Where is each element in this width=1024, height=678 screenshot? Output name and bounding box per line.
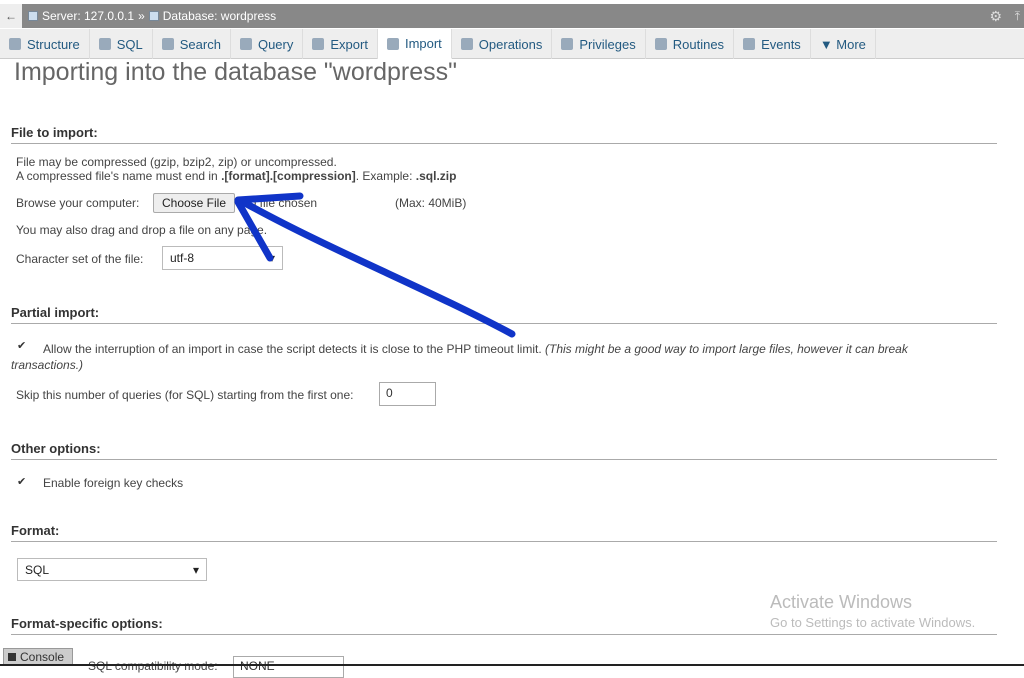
tab-query[interactable]: Query [231,29,304,59]
skip-queries-input[interactable]: 0 [379,382,436,406]
clock-icon [743,38,756,50]
search-icon [161,38,174,50]
tab-more[interactable]: ▼ More [811,29,876,59]
format-select[interactable]: SQL ▾ [17,558,207,581]
tab-label: Events [761,36,801,52]
tab-label: Privileges [579,36,636,52]
foreign-key-label: Enable foreign key checks [43,476,184,490]
tab-label: ▼ More [819,36,866,52]
tab-routines[interactable]: Routines [646,29,735,59]
allow-interruption-label: Allow the interruption of an import in c… [43,342,908,356]
tab-label: Search [179,36,221,52]
tab-events[interactable]: Events [734,29,811,59]
back-arrow-icon[interactable]: ← [0,4,22,28]
dropdown-arrow-icon: ▾ [192,562,199,577]
tab-import[interactable]: Import [377,29,452,59]
section-file-to-import: File to import: [11,125,997,144]
allow-interruption-checkbox[interactable]: ✔ [17,341,28,352]
charset-select[interactable]: utf-8 ▾ [162,246,283,270]
section-format: Format: [11,523,997,542]
import-icon [386,37,399,50]
breadcrumb-separator: » [138,9,145,23]
tab-search[interactable]: Search [153,29,231,59]
dropdown-arrow-icon: ▾ [268,251,275,265]
collapse-icon[interactable]: ⤒ [1015,9,1020,24]
wrench-icon [460,38,473,50]
export-icon [312,38,325,50]
tab-bar: Structure SQL Search Query Export Import Opera… [0,29,1024,59]
foreign-key-checkbox[interactable]: ✔ [17,477,28,488]
tab-label: SQL [116,36,143,52]
compat-mode-label: SQL compatibility mode: [88,659,218,673]
section-partial-import: Partial import: [11,305,997,324]
breadcrumb-bar: ← Server: 127.0.0.1» Database: wordpress … [0,4,1024,28]
choose-file-button[interactable]: Choose File [153,193,235,213]
routines-icon [654,38,667,50]
tab-privileges[interactable]: Privileges [552,29,646,59]
tab-label: Structure [27,36,80,52]
database-icon [148,11,159,21]
tab-sql[interactable]: SQL [90,29,153,59]
query-icon [239,38,252,50]
tab-structure[interactable]: Structure [0,29,90,59]
server-icon [28,11,38,21]
browse-label: Browse your computer: [16,196,140,210]
drag-drop-note: You may also drag and drop a file on any… [16,223,268,237]
breadcrumb-database[interactable]: Database: wordpress [163,9,276,23]
compat-mode-select[interactable]: NONE [233,656,344,678]
watermark-subtitle: Go to Settings to activate Windows. [770,615,976,630]
tab-label: Import [404,36,442,51]
tab-label: Query [257,36,294,52]
privileges-icon [561,38,574,50]
compression-note: File may be compressed (gzip, bzip2, zip… [16,155,337,169]
watermark-title: Activate Windows [770,592,913,612]
tab-label: Export [330,36,368,52]
skip-queries-label: Skip this number of queries (for SQL) st… [16,388,354,402]
breadcrumb-server[interactable]: Server: 127.0.0.1 [42,9,134,23]
compression-example: A compressed file's name must end in .[f… [16,169,457,183]
structure-icon [9,38,21,50]
no-file-chosen: No file chosen [241,196,318,210]
sql-icon [98,38,111,50]
gear-icon[interactable]: ⚙ [989,8,1002,25]
page-title: Importing into the database "wordpress" [14,58,457,86]
console-icon [8,653,16,661]
tab-operations[interactable]: Operations [452,29,553,59]
tab-export[interactable]: Export [303,29,378,59]
charset-label: Character set of the file: [16,252,144,266]
section-other-options: Other options: [11,441,997,460]
tab-label: Routines [672,36,725,52]
max-size: (Max: 40MiB) [395,196,467,210]
allow-note-continued: transactions.) [11,358,84,372]
tab-label: Operations [478,36,543,52]
